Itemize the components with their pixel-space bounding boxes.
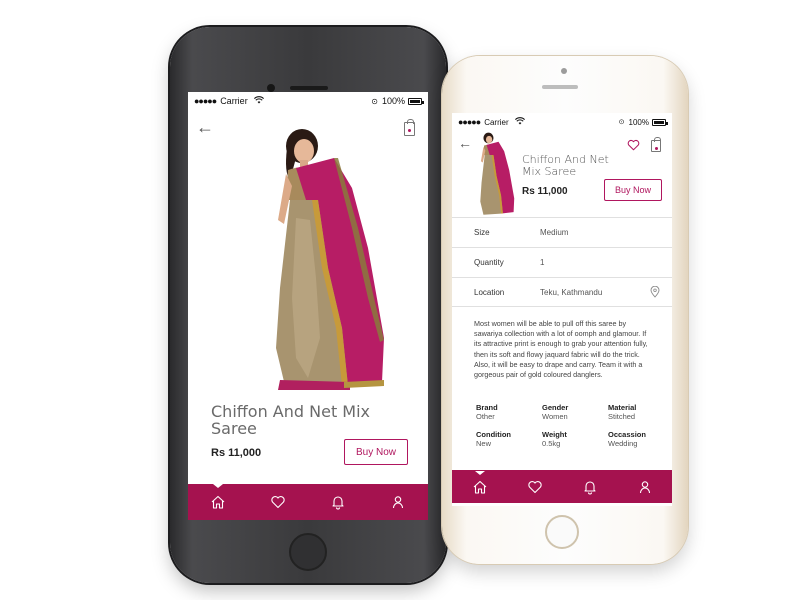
row-label: Quantity [474,258,504,267]
back-arrow-icon[interactable]: ← [458,136,472,150]
battery-icon [652,118,668,126]
location-pin-icon[interactable] [650,286,660,298]
attribute-key: Condition [476,430,511,439]
quantity-row[interactable]: Quantity 1 [452,247,672,277]
rotation-lock-icon: ⊙ [371,96,378,106]
back-arrow-icon[interactable]: ← [196,118,214,136]
attribute-item: Weight 0.5kg [542,430,608,448]
tab-notifications[interactable] [323,487,353,517]
bell-icon [332,496,344,510]
battery-percent: 100% [381,96,405,106]
heart-icon [271,496,285,509]
row-value: Teku, Kathmandu [540,287,603,297]
attribute-value: Wedding [608,439,638,448]
row-value: Medium [540,228,569,237]
tab-wishlist[interactable] [263,487,293,517]
user-icon [639,480,650,493]
product-title: Chiffon And Net Mix Saree [211,402,371,438]
home-icon [211,495,225,509]
tab-wishlist[interactable] [520,472,550,502]
attribute-key: Material [608,403,637,412]
attribute-key: Weight [542,430,567,439]
row-label: Size [474,228,490,237]
user-icon [392,496,404,509]
tab-home[interactable] [465,470,495,502]
attribute-key: Brand [476,403,498,412]
camera [561,68,567,74]
attribute-item: Occassion Wedding [608,430,668,448]
speaker [290,86,328,90]
tab-profile[interactable] [383,487,413,517]
attribute-value: Stitched [608,412,636,421]
tab-notifications[interactable] [575,472,605,502]
tab-home[interactable] [203,484,233,517]
rotation-lock-icon: ⊙ [618,119,625,126]
status-bar: ●●●●● Carrier ⊙ 100% [452,113,672,131]
carrier-label: Carrier [220,96,248,106]
row-value: 1 [540,258,545,267]
battery-percent: 100% [628,117,649,127]
attribute-item: Brand Other [476,403,542,421]
battery-icon [408,97,424,105]
bell-icon [583,480,596,494]
speaker [542,85,578,89]
bottom-tab-bar [452,470,672,503]
row-label: Location [474,287,505,297]
bag-icon[interactable] [651,137,661,152]
carrier-label: Carrier [484,117,509,127]
product-title: Chiffon And Net Mix Saree [522,153,609,178]
signal-icon: ●●●●● [458,117,481,127]
product-price: Rs 11,000 [522,186,568,197]
light-phone-screen: ●●●●● Carrier ⊙ 100% ← Chiffon And Net M… [452,113,672,506]
wifi-icon [514,117,525,127]
favorite-heart-icon[interactable] [627,139,640,151]
product-image [276,129,384,390]
bottom-tab-bar [188,484,428,520]
attribute-item: Material Stitched [608,403,668,421]
home-button[interactable] [545,515,579,549]
location-row[interactable]: Location Teku, Kathmandu [452,277,672,307]
tab-profile[interactable] [630,472,660,502]
camera [267,84,275,92]
status-bar: ●●●●● Carrier ⊙ 100% [188,92,428,110]
attribute-key: Occassion [608,430,646,439]
home-button[interactable] [289,533,327,571]
attribute-value: Women [542,412,568,421]
product-description: Most women will be able to pull off this… [474,319,648,380]
buy-now-button[interactable]: Buy Now [604,179,662,201]
home-icon [473,480,486,494]
buy-now-button[interactable]: Buy Now [344,439,408,465]
attribute-value: 0.5kg [542,439,561,448]
size-row[interactable]: Size Medium [452,217,672,247]
product-price: Rs 11,000 [211,447,262,459]
bag-icon[interactable] [404,119,415,136]
attribute-value: Other [476,412,495,421]
wifi-icon [253,96,264,106]
dark-phone-screen: ●●●●● Carrier ⊙ 100% ← Chiffon And Net M… [188,92,428,520]
heart-icon [527,480,542,493]
attribute-item: Condition New [476,430,542,448]
attribute-key: Gender [542,403,569,412]
signal-icon: ●●●●● [194,96,217,106]
product-thumbnail [480,132,515,215]
attribute-item: Gender Women [542,403,608,421]
attribute-grid: Brand Other Gender Women Material Stitch… [476,403,656,448]
attribute-value: New [476,439,492,448]
